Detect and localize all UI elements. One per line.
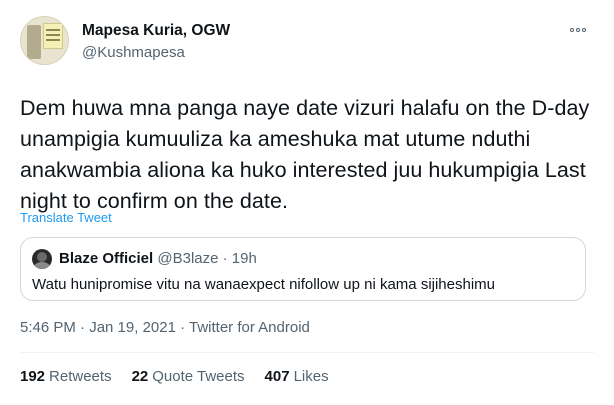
quoted-author-name: Blaze Officiel — [59, 250, 154, 267]
translate-tweet-link[interactable]: Translate Tweet — [20, 210, 112, 225]
avatar-photo-line — [46, 34, 60, 36]
avatar-photo-line — [46, 29, 60, 31]
avatar-face — [37, 252, 47, 262]
divider — [20, 352, 594, 353]
quoted-tweet-header: Blaze Officiel @B3laze · 19h — [59, 250, 257, 267]
author-name[interactable]: Mapesa Kuria, OGW — [82, 22, 230, 40]
avatar-photo-strip — [27, 25, 41, 59]
quoted-tweet[interactable]: Blaze Officiel @B3laze · 19h Watu hunipr… — [20, 237, 586, 301]
author-avatar[interactable] — [20, 16, 69, 65]
tweet-text: Dem huwa mna panga naye date vizuri hala… — [20, 96, 590, 213]
more-dots-icon — [582, 28, 586, 32]
retweets-label: Retweets — [49, 368, 112, 385]
avatar-photo-line — [46, 39, 60, 41]
tweet-card: Mapesa Kuria, OGW @Kushmapesa Dem huwa m… — [0, 0, 614, 405]
likes-label: Likes — [293, 368, 329, 385]
quote-tweets-label: Quote Tweets — [152, 368, 245, 385]
more-dots-icon — [570, 28, 574, 32]
tweet-stats: 192 Retweets 22 Quote Tweets 407 Likes — [20, 368, 329, 385]
more-options-button[interactable] — [566, 18, 590, 42]
avatar-photo-card — [43, 23, 63, 49]
likes-count: 407 — [264, 368, 290, 385]
quote-tweets-count: 22 — [131, 368, 149, 385]
retweets-count: 192 — [20, 368, 46, 385]
tweet-timestamp[interactable]: 5:46 PM · Jan 19, 2021 · Twitter for And… — [20, 319, 310, 336]
more-dots-icon — [576, 28, 580, 32]
retweets-stat[interactable]: 192 Retweets — [20, 368, 112, 385]
likes-stat[interactable]: 407 Likes — [265, 368, 329, 385]
quoted-tweet-text: Watu hunipromise vitu na wanaexpect nifo… — [32, 276, 496, 293]
author-handle[interactable]: @Kushmapesa — [82, 44, 185, 61]
avatar-body — [34, 262, 50, 269]
quote-tweets-stat[interactable]: 22 Quote Tweets — [132, 368, 245, 385]
quoted-author-meta: @B3laze · 19h — [157, 250, 257, 267]
quoted-author-avatar — [32, 249, 52, 269]
